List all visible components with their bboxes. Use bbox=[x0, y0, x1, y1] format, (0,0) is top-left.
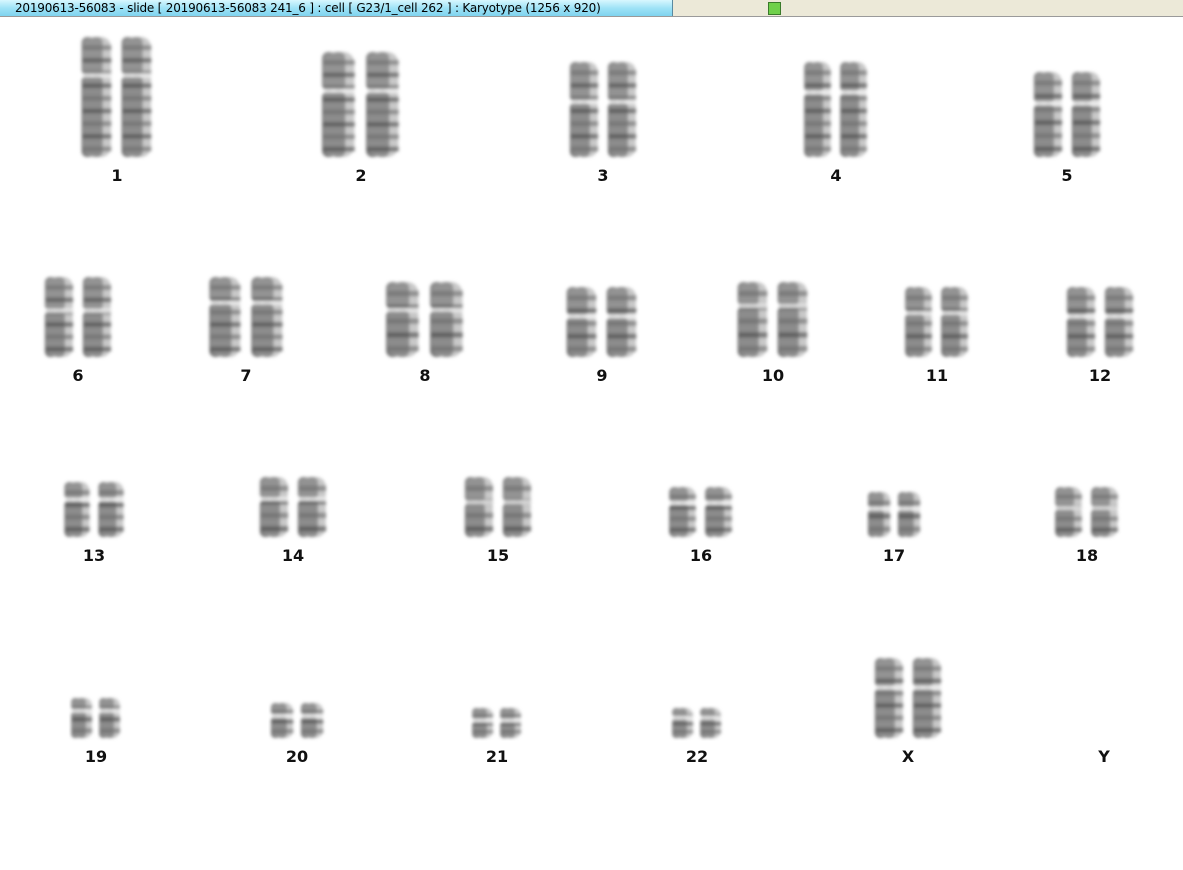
chromatid bbox=[940, 287, 970, 357]
chromosome-image bbox=[208, 277, 284, 357]
chromosome-label: 11 bbox=[925, 366, 949, 385]
chromatid bbox=[606, 62, 638, 157]
chromatid bbox=[1103, 287, 1135, 357]
chromosome-image bbox=[321, 52, 401, 157]
chromosome-image bbox=[668, 487, 734, 537]
chromosome-image bbox=[904, 287, 970, 357]
chromosome-label: 9 bbox=[596, 366, 608, 385]
chromatid bbox=[737, 282, 769, 357]
chromatid bbox=[385, 282, 421, 357]
chromosome-image bbox=[873, 658, 943, 738]
chromatid bbox=[250, 277, 284, 357]
chromatid bbox=[699, 708, 723, 738]
chromatid bbox=[867, 492, 891, 537]
chromosome-label: 1 bbox=[111, 166, 123, 185]
chromosome-label: 20 bbox=[285, 747, 309, 766]
chromosome-image bbox=[81, 37, 153, 157]
chromosome-label: 18 bbox=[1075, 546, 1099, 565]
chromosome-label: 22 bbox=[685, 747, 709, 766]
chromosome-label: 19 bbox=[84, 747, 108, 766]
chromatid bbox=[1070, 72, 1102, 157]
chromosome-label: 15 bbox=[486, 546, 510, 565]
chromosome-image bbox=[1065, 287, 1135, 357]
chromatid bbox=[1065, 287, 1097, 357]
chromatid bbox=[566, 287, 598, 357]
chromosome-label: 13 bbox=[82, 546, 106, 565]
chromosome-image bbox=[671, 708, 723, 738]
chromosome-image bbox=[43, 277, 113, 357]
window-titlebar: 20190613-56083 - slide [ 20190613-56083 … bbox=[0, 0, 1183, 17]
chromosome-label: Y bbox=[1098, 747, 1110, 766]
chromatid bbox=[81, 37, 113, 157]
chromosome-label: 5 bbox=[1061, 166, 1073, 185]
chromosome-image bbox=[1032, 72, 1102, 157]
chromosome-image bbox=[568, 62, 638, 157]
chromatid bbox=[98, 698, 122, 738]
chromosome-label: 4 bbox=[830, 166, 842, 185]
chromosome-label: 16 bbox=[689, 546, 713, 565]
chromosome-label: 14 bbox=[281, 546, 305, 565]
chromatid bbox=[803, 62, 833, 157]
chromatid bbox=[258, 477, 290, 537]
chromatid bbox=[839, 62, 869, 157]
chromosome-image bbox=[270, 703, 324, 738]
chromatid bbox=[1090, 487, 1120, 537]
chromatid bbox=[63, 482, 91, 537]
chromatid bbox=[43, 277, 75, 357]
chromatid bbox=[911, 658, 943, 738]
chromatid bbox=[499, 708, 523, 738]
chromatid bbox=[70, 698, 94, 738]
chromosome-image bbox=[63, 482, 125, 537]
chromatid bbox=[463, 477, 495, 537]
chromatid bbox=[704, 487, 734, 537]
chromosome-label: 10 bbox=[761, 366, 785, 385]
window-title: 20190613-56083 - slide [ 20190613-56083 … bbox=[15, 1, 601, 15]
chromosome-label: 3 bbox=[597, 166, 609, 185]
chromatid bbox=[1054, 487, 1084, 537]
chromosome-image bbox=[803, 62, 869, 157]
chromosome-label: 2 bbox=[355, 166, 367, 185]
chromosome-image bbox=[1054, 487, 1120, 537]
chromosome-label: 17 bbox=[882, 546, 906, 565]
chromatid bbox=[671, 708, 695, 738]
chromatid bbox=[668, 487, 698, 537]
title-tab[interactable]: 20190613-56083 - slide [ 20190613-56083 … bbox=[0, 0, 673, 16]
chromatid bbox=[501, 477, 533, 537]
karyotype-view: 1 2 3 4 5 6 7 8 9 10 11 12 13 14 15 16 17 18 19 20 21 22 X Y bbox=[0, 17, 1183, 870]
status-indicator-icon bbox=[768, 2, 781, 15]
chromatid bbox=[300, 703, 324, 738]
chromatid bbox=[568, 62, 600, 157]
chromosome-image bbox=[463, 477, 533, 537]
chromosome-label: 12 bbox=[1088, 366, 1112, 385]
chromatid bbox=[606, 287, 638, 357]
chromosome-label: X bbox=[901, 747, 915, 766]
chromatid bbox=[904, 287, 934, 357]
chromatid bbox=[365, 52, 401, 157]
chromosome-label: 21 bbox=[485, 747, 509, 766]
chromosome-image bbox=[737, 282, 809, 357]
chromosome-label: 6 bbox=[72, 366, 84, 385]
chromatid bbox=[897, 492, 921, 537]
chromatid bbox=[873, 658, 905, 738]
chromatid bbox=[121, 37, 153, 157]
chromosome-image bbox=[867, 492, 921, 537]
chromosome-image bbox=[471, 708, 523, 738]
chromosome-image bbox=[385, 282, 465, 357]
chromatid bbox=[777, 282, 809, 357]
chromatid bbox=[429, 282, 465, 357]
chromatid bbox=[97, 482, 125, 537]
chromatid bbox=[1032, 72, 1064, 157]
chromatid bbox=[208, 277, 242, 357]
chromosome-image bbox=[70, 698, 122, 738]
chromatid bbox=[81, 277, 113, 357]
chromosome-label: 8 bbox=[419, 366, 431, 385]
chromatid bbox=[321, 52, 357, 157]
chromosome-label: 7 bbox=[240, 366, 252, 385]
chromosome-image bbox=[566, 287, 638, 357]
chromatid bbox=[270, 703, 294, 738]
chromosome-image bbox=[258, 477, 328, 537]
chromatid bbox=[471, 708, 495, 738]
chromatid bbox=[296, 477, 328, 537]
